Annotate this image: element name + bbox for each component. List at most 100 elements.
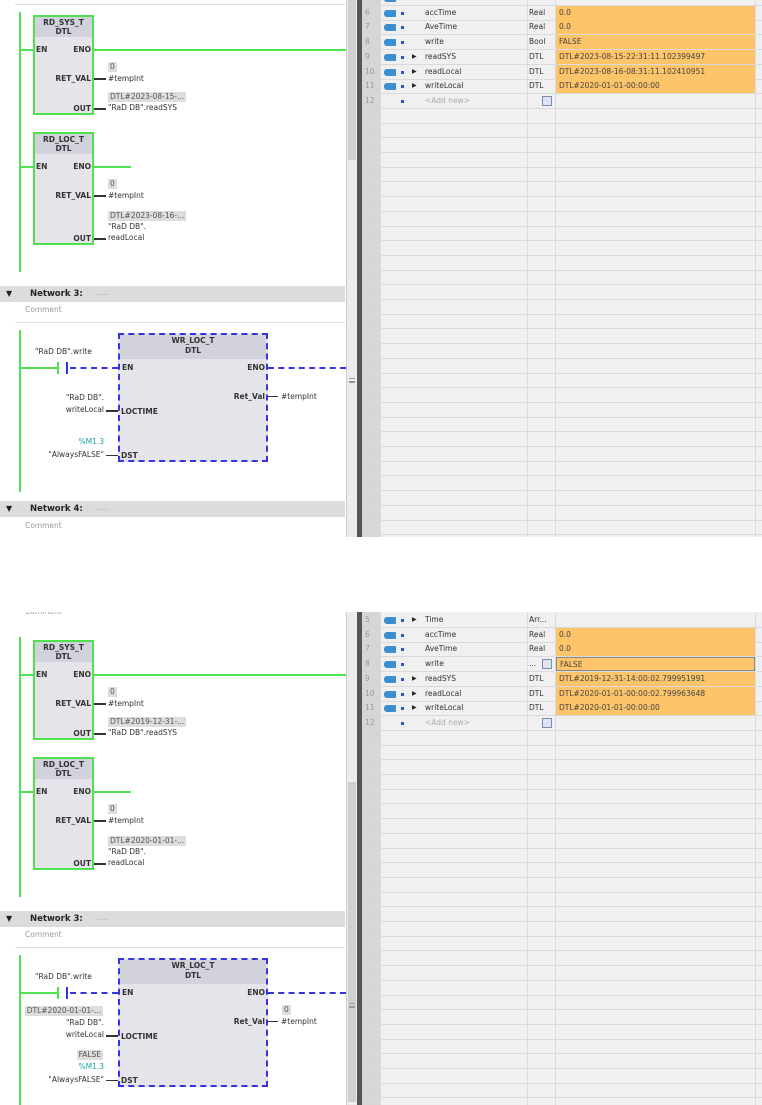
- monitor-value[interactable]: DTL#2019-12-31-14:00:02.799951991: [556, 671, 755, 686]
- network-3-header[interactable]: ▼ Network 3:.....: [0, 286, 345, 302]
- data-type[interactable]: ...: [529, 657, 536, 671]
- rd-loc-t-block[interactable]: RD_LOC_T DTL: [33, 757, 94, 870]
- dropdown-button[interactable]: [542, 659, 552, 670]
- expand-arrow-icon[interactable]: ▶: [412, 672, 417, 686]
- variable-name[interactable]: readLocal: [425, 687, 461, 701]
- variable-name[interactable]: AveTime: [425, 642, 457, 656]
- data-type[interactable]: DTL: [529, 672, 544, 686]
- table-row[interactable]: 8 write... FALSE: [362, 657, 762, 673]
- monitor-value[interactable]: 0.0: [556, 20, 755, 35]
- monitor-value[interactable]: 0.0: [556, 642, 755, 657]
- variable-name[interactable]: accTime: [425, 6, 456, 20]
- data-type[interactable]: Bool: [529, 35, 545, 49]
- monitor-value[interactable]: DTL#2023-08-15-22:31:11.102399497: [556, 49, 755, 64]
- expand-arrow-icon[interactable]: ▶: [412, 50, 417, 64]
- table-row[interactable]: 10 ▶ readLocal DTL DTL#2023-08-16-08:31:11.1…: [362, 64, 762, 80]
- table-row[interactable]: 9 ▶ readSYS DTL DTL#2019-12-31-14:00:02.7999…: [362, 671, 762, 687]
- monitor-value[interactable]: DTL#2020-01-01-00:00:00: [556, 79, 755, 94]
- network-3-header[interactable]: ▼ Network 3:.....: [0, 911, 345, 927]
- rd-sys-t-block[interactable]: RD_SYS_T DTL: [33, 640, 94, 740]
- monitor-value[interactable]: FALSE: [556, 35, 755, 50]
- empty-row: [362, 300, 762, 315]
- data-type[interactable]: Real: [529, 628, 545, 642]
- rd-loc-t-block[interactable]: RD_LOC_T DTL: [33, 132, 94, 245]
- table-row[interactable]: 6 accTime Real 0.0: [362, 5, 762, 21]
- variable-name[interactable]: write: [425, 657, 444, 671]
- splitter-grip-icon[interactable]: [349, 1003, 355, 1008]
- empty-row: [362, 995, 762, 1011]
- splitter-grip-icon[interactable]: [349, 378, 355, 383]
- data-type[interactable]: DTL: [529, 79, 544, 93]
- data-type[interactable]: DTL: [529, 701, 544, 715]
- interface-static-icon: [384, 646, 396, 654]
- variable-name[interactable]: <Add new>: [425, 716, 470, 730]
- vertical-scrollbar[interactable]: [346, 612, 357, 1105]
- network-comment[interactable]: Comment: [25, 305, 62, 315]
- monitor-value[interactable]: 0.0: [556, 627, 755, 642]
- vertical-scrollbar[interactable]: [346, 0, 357, 537]
- data-type[interactable]: DTL: [529, 687, 544, 701]
- wire: [106, 410, 118, 412]
- expand-arrow-icon[interactable]: ▶: [412, 613, 417, 627]
- empty-row: [362, 182, 762, 198]
- monitor-value[interactable]: 0.0: [556, 5, 755, 20]
- no-contact[interactable]: [57, 362, 68, 374]
- network-comment[interactable]: Comment: [25, 930, 62, 940]
- table-row[interactable]: 11 ▶ writeLocal DTL DTL#2020-01-01-00:00:00: [362, 79, 762, 95]
- table-row[interactable]: 5 ▶ Time Arr...: [362, 613, 762, 628]
- out-value: DTL#2019-12-31-...: [108, 717, 187, 727]
- monitor-value[interactable]: DTL#2023-08-16-08:31:11.102410951: [556, 64, 755, 79]
- variable-name[interactable]: readSYS: [425, 50, 456, 64]
- variable-name[interactable]: AveTime: [425, 20, 457, 34]
- table-row[interactable]: 10 ▶ readLocal DTL DTL#2020-01-01-00:00:02.7…: [362, 686, 762, 702]
- add-type-button[interactable]: [542, 95, 552, 106]
- network-comment[interactable]: Comment: [25, 521, 62, 531]
- expand-arrow-icon[interactable]: ▶: [412, 79, 417, 93]
- expand-arrow-icon[interactable]: ▶: [412, 687, 417, 701]
- eno-pin: ENO: [247, 988, 265, 997]
- table-row[interactable]: 12 <Add new>: [362, 715, 762, 731]
- variable-name[interactable]: writeLocal: [425, 79, 463, 93]
- data-type[interactable]: Arr...: [529, 613, 547, 627]
- network-4-header[interactable]: ▼ Network 4:.....: [0, 501, 345, 517]
- data-type[interactable]: Real: [529, 20, 545, 34]
- data-type[interactable]: Real: [529, 642, 545, 656]
- variable-name[interactable]: <Add new>: [425, 94, 470, 108]
- expand-arrow-icon[interactable]: ▶: [412, 65, 417, 79]
- monitor-value[interactable]: FALSE: [556, 657, 755, 672]
- variable-name[interactable]: readSYS: [425, 672, 456, 686]
- scrollbar-thumb[interactable]: [348, 0, 356, 160]
- out-value: DTL#2023-08-16-...: [108, 211, 187, 221]
- block-type: DTL: [184, 971, 202, 980]
- expand-arrow-icon[interactable]: ▶: [412, 701, 417, 715]
- en-pin: EN: [122, 988, 134, 997]
- empty-row: [362, 417, 762, 433]
- table-row[interactable]: 11 ▶ writeLocal DTL DTL#2020-01-01-00:00:00: [362, 701, 762, 717]
- monitor-value[interactable]: DTL#2020-01-01-00:00:00: [556, 701, 755, 716]
- variable-name[interactable]: Time: [425, 0, 443, 5]
- data-type[interactable]: DTL: [529, 65, 544, 79]
- no-contact[interactable]: [57, 987, 68, 999]
- data-type[interactable]: Real: [529, 6, 545, 20]
- variable-name[interactable]: accTime: [425, 628, 456, 642]
- scrollbar-thumb[interactable]: [348, 782, 356, 1102]
- data-type[interactable]: Arr...: [529, 0, 547, 5]
- table-row[interactable]: 8 write Bool FALSE: [362, 35, 762, 51]
- ret-val-pin: Ret_Val: [233, 392, 265, 401]
- block-title: RD_LOC_T: [42, 135, 84, 144]
- variable-name[interactable]: writeLocal: [425, 701, 463, 715]
- table-row[interactable]: 9 ▶ readSYS DTL DTL#2023-08-15-22:31:11.1023…: [362, 49, 762, 65]
- variable-name[interactable]: readLocal: [425, 65, 461, 79]
- ret-val-pin: RET_VAL: [55, 816, 91, 825]
- expand-arrow-icon[interactable]: ▶: [412, 0, 417, 5]
- rd-sys-t-block[interactable]: RD_SYS_T DTL: [33, 15, 94, 115]
- table-row[interactable]: 7 AveTime Real 0.0: [362, 642, 762, 658]
- data-type[interactable]: DTL: [529, 50, 544, 64]
- table-row[interactable]: 7 AveTime Real 0.0: [362, 20, 762, 36]
- add-type-button[interactable]: [542, 717, 552, 728]
- monitor-value[interactable]: DTL#2020-01-01-00:00:02.799963648: [556, 686, 755, 701]
- table-row[interactable]: 6 accTime Real 0.0: [362, 627, 762, 643]
- variable-name[interactable]: Time: [425, 613, 443, 627]
- table-row[interactable]: 12 <Add new>: [362, 93, 762, 109]
- variable-name[interactable]: write: [425, 35, 444, 49]
